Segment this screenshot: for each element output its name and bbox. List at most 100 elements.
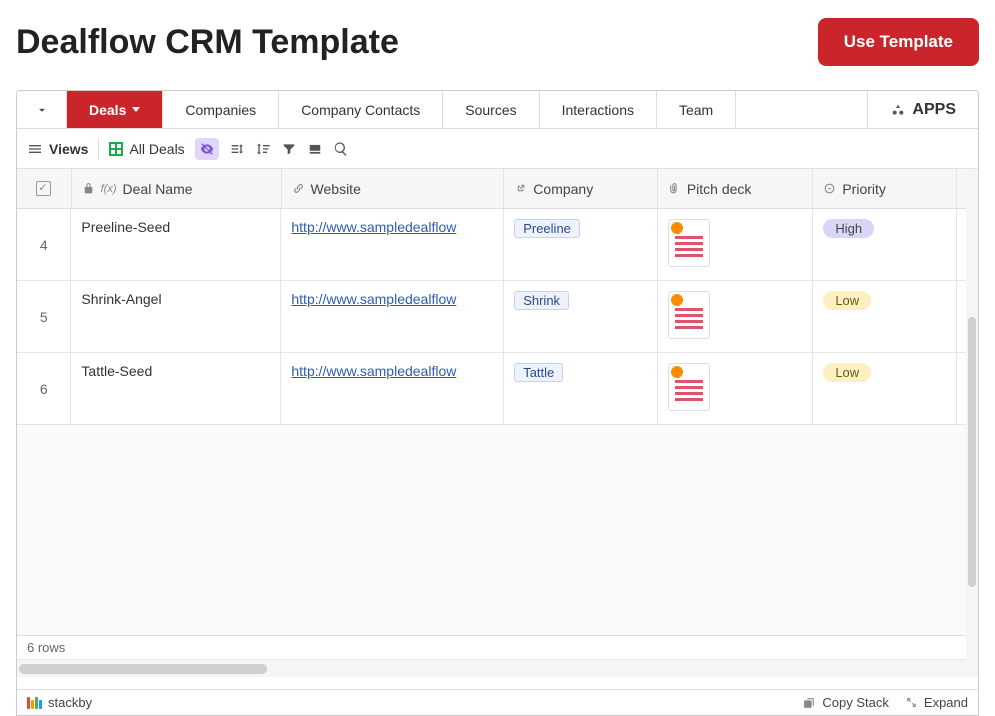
tab-label: Deals <box>89 102 126 118</box>
color-icon[interactable] <box>307 142 323 156</box>
cell-deal-name[interactable]: Shrink-Angel <box>71 281 281 352</box>
table-row[interactable]: 6Tattle-Seed http://www.sampledealflow Tat… <box>17 353 978 425</box>
copy-icon <box>803 696 816 709</box>
select-icon <box>823 182 836 195</box>
attachment-thumbnail[interactable] <box>668 363 710 411</box>
eye-off-icon <box>199 141 215 157</box>
company-tag[interactable]: Tattle <box>514 363 563 382</box>
expand-icon <box>905 696 918 709</box>
col-deal-name[interactable]: f(x) Deal Name <box>72 169 282 208</box>
expand-button[interactable]: Expand <box>905 695 968 710</box>
row-number: 5 <box>17 281 71 352</box>
col-select-all[interactable] <box>17 169 72 208</box>
company-tag[interactable]: Shrink <box>514 291 569 310</box>
tab-label: Team <box>679 102 713 118</box>
cell-pitch-deck[interactable] <box>658 209 814 280</box>
table-row[interactable]: 5Shrink-Angel http://www.sampledealflow Sh… <box>17 281 978 353</box>
current-view[interactable]: All Deals <box>109 141 184 157</box>
brand-name: stackby <box>48 695 92 710</box>
cell-company[interactable]: Shrink <box>504 281 658 352</box>
tab-company-contacts[interactable]: Company Contacts <box>279 91 443 128</box>
website-link[interactable]: http://www.sampledealflow <box>291 363 456 379</box>
cell-website[interactable]: http://www.sampledealflow <box>281 353 504 424</box>
tab-apps[interactable]: APPS <box>867 91 978 128</box>
tab-label: Company Contacts <box>301 102 420 118</box>
scrollbar-thumb[interactable] <box>19 664 267 674</box>
company-tag[interactable]: Preeline <box>514 219 580 238</box>
app-frame: Deals Companies Company Contacts Sources… <box>16 90 979 716</box>
caret-icon <box>132 107 140 112</box>
footer-bar: stackby Copy Stack Expand <box>17 689 978 715</box>
table-row[interactable]: 4Preeline-Seed http://www.sampledealflow P… <box>17 209 978 281</box>
tab-menu-button[interactable] <box>17 91 67 128</box>
data-grid: f(x) Deal Name Website Company Pitch dec… <box>17 169 978 689</box>
search-icon[interactable] <box>333 141 349 157</box>
cell-deal-name[interactable]: Tattle-Seed <box>71 353 281 424</box>
menu-icon <box>27 141 43 157</box>
cell-company[interactable]: Tattle <box>504 353 658 424</box>
view-toolbar: Views All Deals <box>17 129 978 169</box>
tab-label: Sources <box>465 102 516 118</box>
cell-priority[interactable]: High <box>813 209 957 280</box>
grid-icon <box>109 142 123 156</box>
column-label: Deal Name <box>123 181 193 197</box>
views-button[interactable]: Views <box>27 141 88 157</box>
col-website[interactable]: Website <box>282 169 505 208</box>
col-pitch-deck[interactable]: Pitch deck <box>658 169 814 208</box>
copy-stack-button[interactable]: Copy Stack <box>803 695 888 710</box>
tab-label: Companies <box>185 102 256 118</box>
tab-interactions[interactable]: Interactions <box>540 91 657 128</box>
use-template-button[interactable]: Use Template <box>818 18 979 66</box>
sort-icon[interactable] <box>255 141 271 157</box>
col-company[interactable]: Company <box>504 169 658 208</box>
chevron-down-icon <box>35 103 49 117</box>
lock-icon <box>82 182 95 195</box>
checkbox-icon <box>36 181 51 196</box>
cell-company[interactable]: Preeline <box>504 209 658 280</box>
col-priority[interactable]: Priority <box>813 169 957 208</box>
cell-website[interactable]: http://www.sampledealflow <box>281 209 504 280</box>
row-number: 6 <box>17 353 71 424</box>
row-number: 4 <box>17 209 71 280</box>
column-label: Pitch deck <box>687 181 752 197</box>
priority-pill: Low <box>823 291 871 310</box>
column-label: Website <box>311 181 361 197</box>
table-header: f(x) Deal Name Website Company Pitch dec… <box>17 169 978 209</box>
cell-priority[interactable]: Low <box>813 281 957 352</box>
button-label: Copy Stack <box>822 695 888 710</box>
stackby-logo-icon <box>27 697 42 709</box>
cell-priority[interactable]: Low <box>813 353 957 424</box>
tab-team[interactable]: Team <box>657 91 736 128</box>
apps-icon <box>890 102 906 118</box>
attachment-icon <box>668 182 681 195</box>
link-icon <box>292 182 305 195</box>
page-title: Dealflow CRM Template <box>16 23 399 62</box>
tab-label: APPS <box>912 101 956 119</box>
scrollbar-thumb[interactable] <box>968 317 976 587</box>
vertical-scrollbar[interactable] <box>966 169 978 671</box>
column-label: Priority <box>842 181 886 197</box>
website-link[interactable]: http://www.sampledealflow <box>291 219 456 235</box>
tab-bar: Deals Companies Company Contacts Sources… <box>17 91 978 129</box>
website-link[interactable]: http://www.sampledealflow <box>291 291 456 307</box>
cell-deal-name[interactable]: Preeline-Seed <box>71 209 281 280</box>
hide-fields-button[interactable] <box>195 138 219 160</box>
attachment-thumbnail[interactable] <box>668 219 710 267</box>
divider <box>98 138 99 160</box>
priority-pill: High <box>823 219 874 238</box>
formula-icon: f(x) <box>101 183 117 195</box>
row-height-icon[interactable] <box>229 141 245 157</box>
cell-pitch-deck[interactable] <box>658 353 814 424</box>
attachment-thumbnail[interactable] <box>668 291 710 339</box>
cell-website[interactable]: http://www.sampledealflow <box>281 281 504 352</box>
tab-deals[interactable]: Deals <box>67 91 163 128</box>
tab-sources[interactable]: Sources <box>443 91 539 128</box>
row-count-label: 6 rows <box>27 640 65 655</box>
tab-label: Interactions <box>562 102 634 118</box>
filter-icon[interactable] <box>281 141 297 157</box>
tab-companies[interactable]: Companies <box>163 91 279 128</box>
horizontal-scrollbar[interactable] <box>17 659 978 677</box>
cell-pitch-deck[interactable] <box>658 281 814 352</box>
priority-pill: Low <box>823 363 871 382</box>
row-count-bar: 6 rows <box>17 635 978 659</box>
